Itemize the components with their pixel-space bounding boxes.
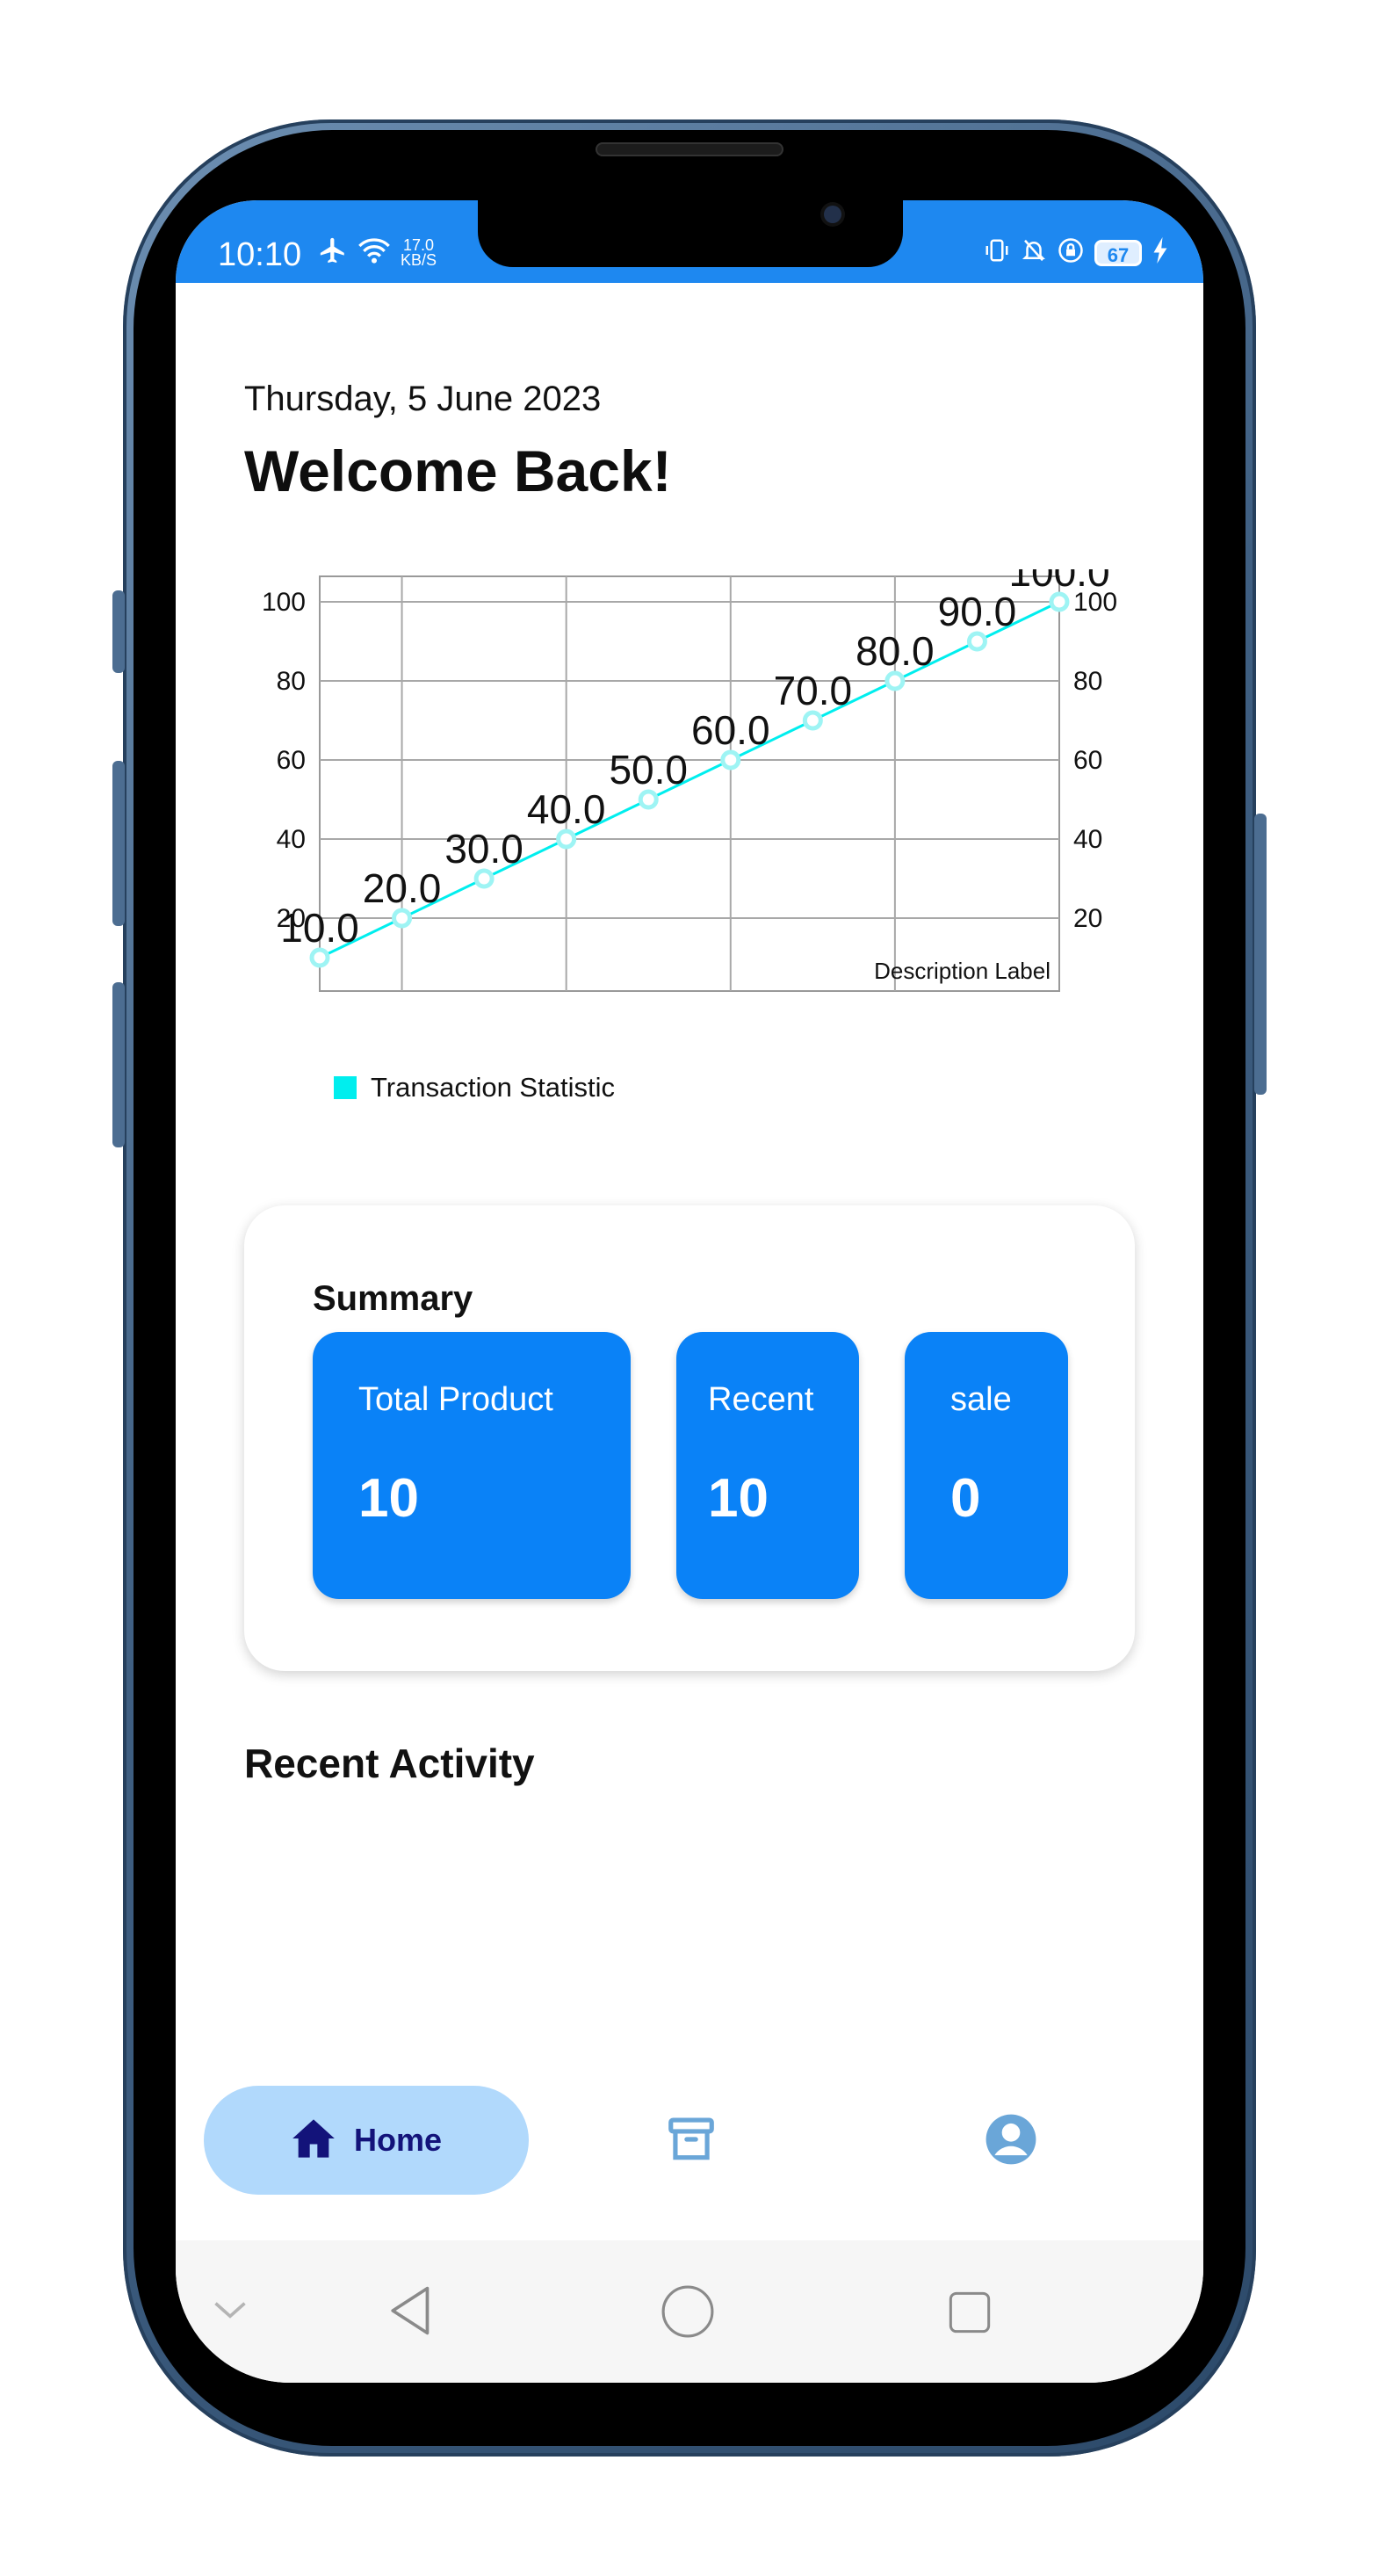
- legend-label: Transaction Statistic: [371, 1072, 615, 1103]
- network-speed-value: 17.0: [402, 235, 435, 254]
- stat-value: 0: [950, 1468, 981, 1529]
- data-label: 90.0: [938, 589, 1017, 634]
- date-text: Thursday, 5 June 2023: [244, 380, 602, 418]
- y-tick-label-left: 60: [277, 746, 306, 775]
- data-label: 40.0: [527, 786, 606, 832]
- stat-label: Total Product: [358, 1381, 553, 1418]
- transaction-line-chart: 246810202040406060808010010010.020.030.0…: [262, 569, 1117, 992]
- volume-down-button: [112, 982, 125, 1147]
- battery-level: 67: [1094, 239, 1142, 266]
- data-point: [556, 829, 577, 850]
- home-icon: [291, 2117, 336, 2164]
- chevron-down-icon[interactable]: [211, 2297, 249, 2327]
- data-label: 70.0: [774, 668, 853, 713]
- volume-up-button: [112, 761, 125, 926]
- nav-home-button[interactable]: Home: [204, 2086, 529, 2195]
- data-label: 80.0: [856, 628, 935, 674]
- status-time: 10:10: [218, 236, 302, 273]
- status-right-icons: 67: [984, 237, 1168, 268]
- recent-card[interactable]: Recent 10: [676, 1332, 859, 1599]
- chart-description: Description Label: [874, 958, 1050, 984]
- page-title: Welcome Back!: [244, 438, 672, 503]
- recents-icon[interactable]: [947, 2290, 993, 2340]
- vibrate-icon: [984, 237, 1010, 268]
- earpiece-speaker: [597, 144, 782, 155]
- back-icon[interactable]: [386, 2284, 436, 2341]
- phone-screen: 10:10 17.0 KB/S 67 Thursday, 5 June 2023…: [176, 200, 1203, 2383]
- nav-home-label: Home: [353, 2122, 443, 2158]
- airplane-icon: [318, 235, 348, 270]
- stat-label: Recent: [708, 1381, 814, 1418]
- data-point: [1049, 591, 1070, 612]
- data-label: 50.0: [609, 747, 688, 792]
- y-tick-label-right: 60: [1073, 746, 1102, 775]
- data-label: 10.0: [280, 905, 359, 951]
- summary-card: Summary Total Product 10 Recent 10 sale …: [244, 1205, 1135, 1671]
- stat-label: sale: [950, 1381, 1012, 1418]
- legend-swatch: [334, 1076, 357, 1099]
- status-left-icons: 17.0 KB/S: [318, 235, 437, 270]
- archive-icon[interactable]: [664, 2112, 718, 2171]
- data-point: [966, 631, 987, 652]
- data-label: 20.0: [363, 865, 442, 911]
- account-icon[interactable]: [984, 2112, 1038, 2171]
- data-point: [802, 710, 823, 731]
- y-tick-label-left: 80: [277, 667, 306, 696]
- lock-rotation-icon: [1058, 237, 1084, 268]
- network-speed-unit: KB/S: [401, 250, 437, 269]
- data-label: 30.0: [444, 826, 523, 872]
- wifi-icon: [357, 235, 392, 270]
- power-button: [1254, 814, 1267, 1095]
- stat-value: 10: [358, 1468, 419, 1529]
- data-label: 100.0: [1008, 569, 1109, 595]
- total-product-card[interactable]: Total Product 10: [313, 1332, 631, 1599]
- network-speed: 17.0 KB/S: [401, 235, 437, 269]
- recent-activity-title: Recent Activity: [244, 1740, 535, 1786]
- data-point: [884, 670, 906, 691]
- data-label: 60.0: [691, 707, 770, 753]
- data-point: [638, 789, 659, 810]
- stat-value: 10: [708, 1468, 769, 1529]
- y-tick-label-right: 20: [1073, 904, 1102, 933]
- notch: [478, 200, 903, 267]
- data-point: [473, 868, 495, 889]
- y-tick-label-left: 100: [262, 588, 306, 617]
- sale-card[interactable]: sale 0: [905, 1332, 1068, 1599]
- charging-icon: [1152, 237, 1168, 268]
- data-point: [720, 749, 741, 771]
- system-nav-bar: [176, 2240, 1203, 2383]
- y-tick-label-left: 40: [277, 825, 306, 854]
- y-tick-label-right: 80: [1073, 667, 1102, 696]
- status-bar: 10:10 17.0 KB/S 67: [176, 200, 1203, 283]
- data-point: [309, 947, 330, 968]
- bell-off-icon: [1021, 237, 1047, 268]
- front-camera: [824, 206, 841, 223]
- y-tick-label-right: 40: [1073, 825, 1102, 854]
- data-point: [392, 908, 413, 929]
- mute-switch: [112, 590, 125, 673]
- home-circle-icon[interactable]: [661, 2284, 715, 2343]
- summary-title: Summary: [313, 1279, 473, 1318]
- chart-legend: Transaction Statistic: [334, 1072, 615, 1103]
- chart-frame: [319, 575, 1060, 992]
